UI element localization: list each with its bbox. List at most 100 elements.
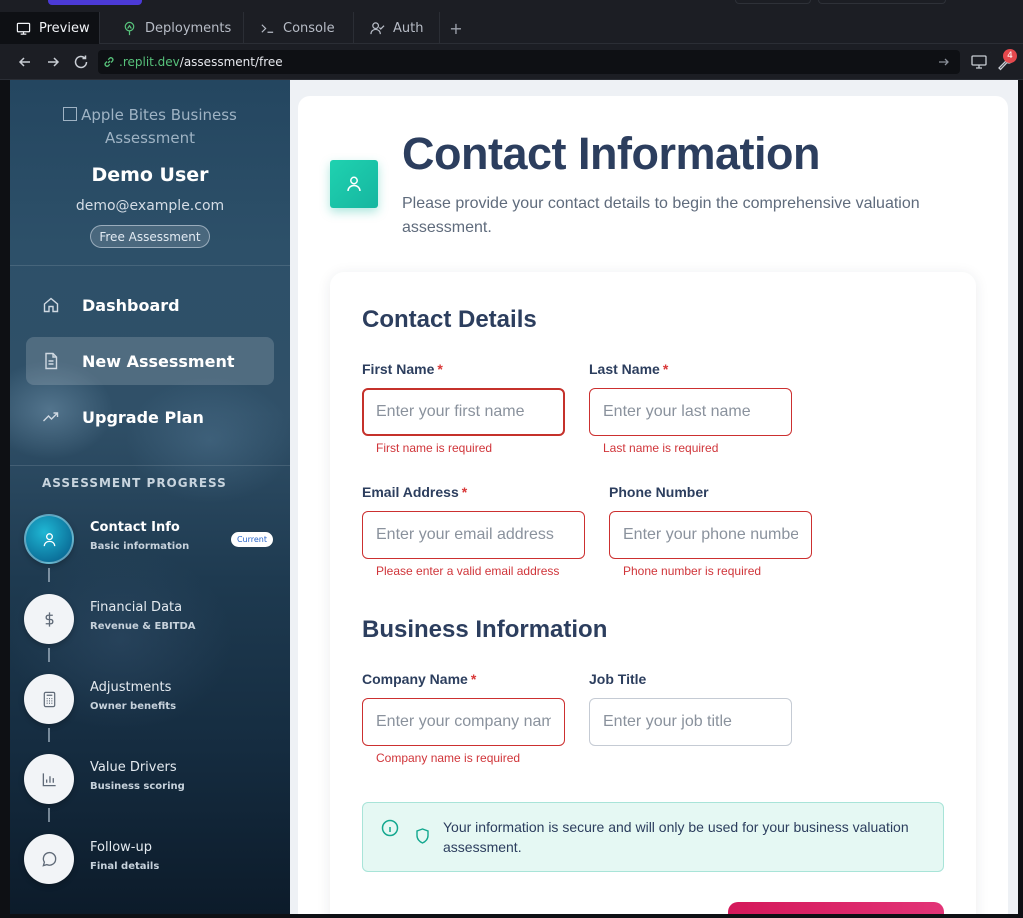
dollar-icon (45, 611, 53, 627)
document-icon (45, 352, 58, 370)
logo-alt-text: Apple Bites Business Assessment (81, 106, 237, 147)
tab-auth[interactable]: Auth (354, 12, 440, 44)
progress-heading: ASSESSMENT PROGRESS (42, 476, 227, 490)
new-tab-button[interactable]: + (440, 12, 472, 44)
continue-button[interactable] (728, 902, 944, 914)
security-notice: Your information is secure and will only… (362, 802, 944, 872)
arrow-right-icon (48, 57, 60, 67)
label-text: Job Title (589, 671, 647, 687)
job-title-label: Job Title (589, 671, 646, 687)
label-text: Company Name (362, 671, 468, 687)
step-title: Value Drivers (90, 760, 177, 775)
step-circle (24, 834, 74, 884)
user-email: demo@example.com (75, 198, 225, 214)
step-subtitle: Revenue & EBITDA (90, 621, 196, 632)
step-title: Financial Data (90, 600, 183, 615)
user-check-icon (370, 21, 385, 34)
step-follow-up[interactable]: Follow-up Final details (24, 834, 284, 886)
nav-label: Dashboard (82, 295, 180, 315)
user-icon (43, 532, 55, 546)
step-connector (48, 808, 50, 822)
job-title-input[interactable] (589, 698, 792, 746)
step-title: Adjustments (90, 680, 172, 695)
label-text: Last Name (589, 361, 660, 377)
step-financial-data[interactable]: Financial Data Revenue & EBITDA (24, 594, 284, 646)
forward-button[interactable] (44, 53, 62, 71)
tab-preview[interactable]: Preview (0, 12, 100, 44)
home-icon (43, 297, 59, 313)
company-input[interactable] (362, 698, 565, 746)
calculator-icon (43, 691, 55, 707)
info-icon (381, 819, 399, 837)
divider (10, 465, 290, 466)
reload-icon (74, 55, 88, 69)
current-badge: Current (231, 532, 273, 547)
trending-up-icon (43, 412, 59, 422)
step-connector (48, 568, 50, 582)
step-circle (24, 754, 74, 804)
page-title: Contact Information (402, 128, 820, 179)
url-bar: .replit.dev/assessment/free (0, 44, 1023, 80)
url-host: .replit.dev (119, 55, 180, 69)
last-name-label: Last Name * (589, 361, 668, 377)
bar-chart-icon (42, 772, 56, 786)
address-field[interactable]: .replit.dev/assessment/free (98, 50, 960, 74)
first-name-error: First name is required (376, 441, 493, 455)
deploy-icon (124, 21, 135, 35)
monitor-icon (16, 22, 31, 35)
label-text: Phone Number (609, 484, 709, 500)
tab-bar: Preview Deployments Console Auth (0, 12, 1023, 44)
tab-deployments[interactable]: Deployments (106, 12, 244, 44)
email-error: Please enter a valid email address (376, 564, 560, 578)
notification-badge: 4 (1003, 49, 1017, 63)
step-circle (24, 514, 74, 564)
last-name-input[interactable] (589, 388, 792, 436)
required-mark: * (470, 671, 477, 687)
last-name-error: Last name is required (603, 441, 719, 455)
label-text: First Name (362, 361, 435, 377)
link-icon (104, 57, 114, 67)
nav-upgrade-plan[interactable]: Upgrade Plan (26, 393, 274, 441)
devices-icon[interactable] (970, 53, 988, 71)
phone-label: Phone Number (609, 484, 709, 500)
form-card: Contact Details First Name* First name i… (330, 272, 976, 914)
step-value-drivers[interactable]: Value Drivers Business scoring (24, 754, 284, 806)
step-subtitle: Business scoring (90, 781, 185, 792)
reload-button[interactable] (72, 53, 90, 71)
nav-dashboard[interactable]: Dashboard (26, 281, 274, 329)
first-name-input[interactable] (362, 388, 565, 436)
first-name-label: First Name * (362, 361, 443, 377)
step-connector (48, 728, 50, 742)
active-pane-indicator (48, 0, 142, 5)
email-label: Email Address * (362, 484, 467, 500)
nav-new-assessment[interactable]: New Assessment (26, 337, 274, 385)
shield-icon (416, 828, 429, 844)
url-path: /assessment/free (179, 55, 283, 69)
preview-viewport: Apple Bites Business Assessment Demo Use… (10, 80, 1018, 914)
step-contact-info[interactable]: Contact Info Basic information Current (24, 514, 284, 566)
tab-label: Console (283, 20, 335, 36)
step-circle (24, 674, 74, 724)
section-contact-details: Contact Details (362, 306, 537, 333)
tab-label: Deployments (145, 20, 232, 36)
terminal-icon (261, 23, 274, 33)
page-subtitle: Please provide your contact details to b… (402, 195, 920, 236)
divider (10, 265, 290, 266)
section-business-information: Business Information (362, 616, 608, 643)
go-arrow-icon[interactable] (937, 55, 951, 69)
phone-input[interactable] (609, 511, 812, 559)
step-subtitle: Basic information (90, 541, 190, 552)
broken-image-icon (63, 107, 78, 121)
logo: Apple Bites Business Assessment (50, 104, 250, 150)
tab-label: Auth (393, 20, 424, 36)
user-icon (347, 176, 361, 192)
tab-console[interactable]: Console (244, 12, 354, 44)
step-circle (24, 594, 74, 644)
tab-label: Preview (39, 20, 90, 36)
message-icon (41, 851, 56, 867)
step-adjustments[interactable]: Adjustments Owner benefits (24, 674, 284, 726)
email-input[interactable] (362, 511, 585, 559)
user-name: Demo User (91, 164, 209, 186)
back-button[interactable] (16, 53, 34, 71)
label-text: Email Address (362, 484, 459, 500)
